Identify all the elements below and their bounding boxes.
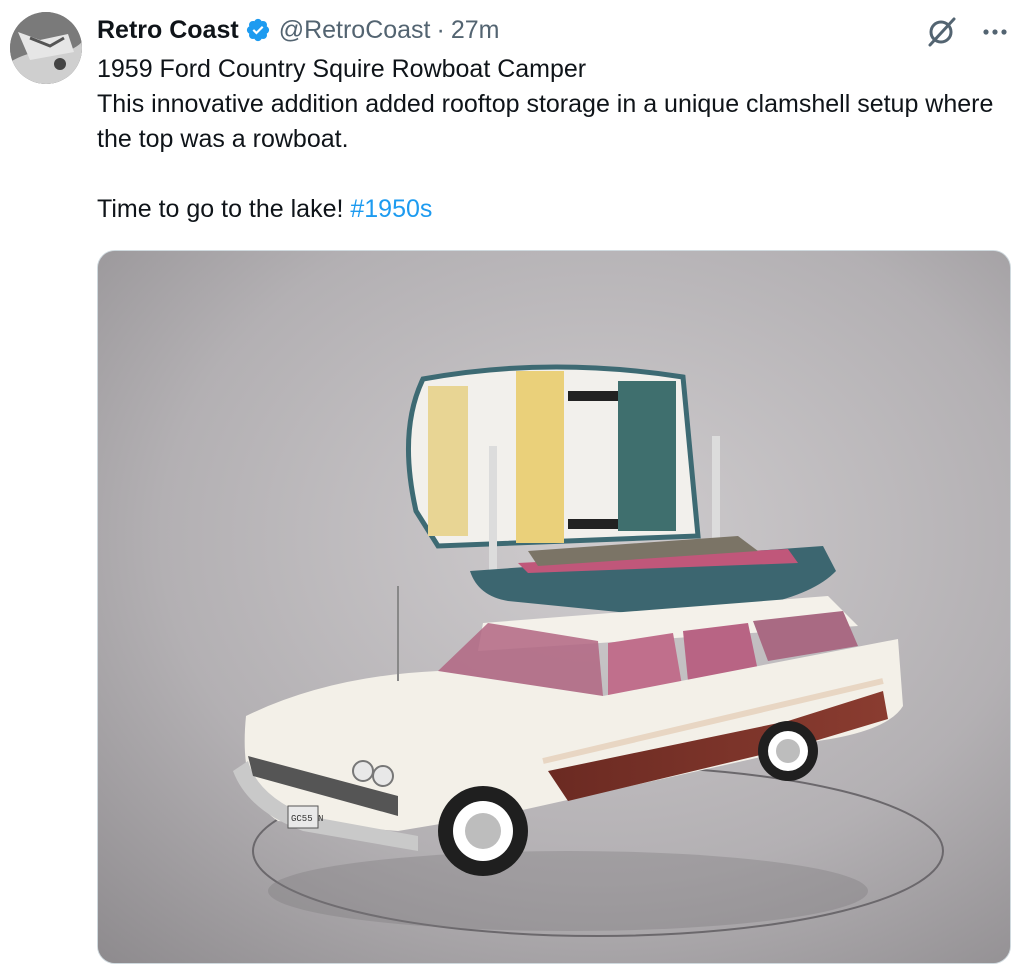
tweet-text-line: Time to go to the lake! #1950s (97, 192, 1007, 227)
author-name[interactable]: Retro Coast (97, 16, 239, 45)
tweet-actions (924, 14, 1010, 50)
separator-dot: · (436, 15, 445, 44)
tweet-text-line: 1959 Ford Country Squire Rowboat Camper (97, 55, 587, 83)
tweet-header: Retro Coast @RetroCoast · 27m (97, 14, 499, 46)
tweet-text-lake: Time to go to the lake! (97, 195, 351, 223)
grok-icon[interactable] (924, 15, 958, 49)
photo-illustration: GC55 N (98, 251, 1010, 963)
tweet-text: 1959 Ford Country Squire Rowboat Camper … (97, 52, 1007, 227)
tweet-photo[interactable]: GC55 N (97, 250, 1011, 964)
hashtag-link[interactable]: #1950s (350, 195, 432, 223)
avatar[interactable] (10, 12, 82, 84)
verified-badge-icon (246, 18, 269, 42)
author-handle[interactable]: @RetroCoast (279, 16, 431, 45)
avatar-image (10, 12, 82, 84)
tweet-text-line: This innovative addition added rooftop s… (97, 90, 994, 153)
license-plate: GC55 N (291, 814, 323, 824)
more-icon[interactable] (980, 17, 1010, 47)
timestamp[interactable]: 27m (451, 16, 500, 45)
